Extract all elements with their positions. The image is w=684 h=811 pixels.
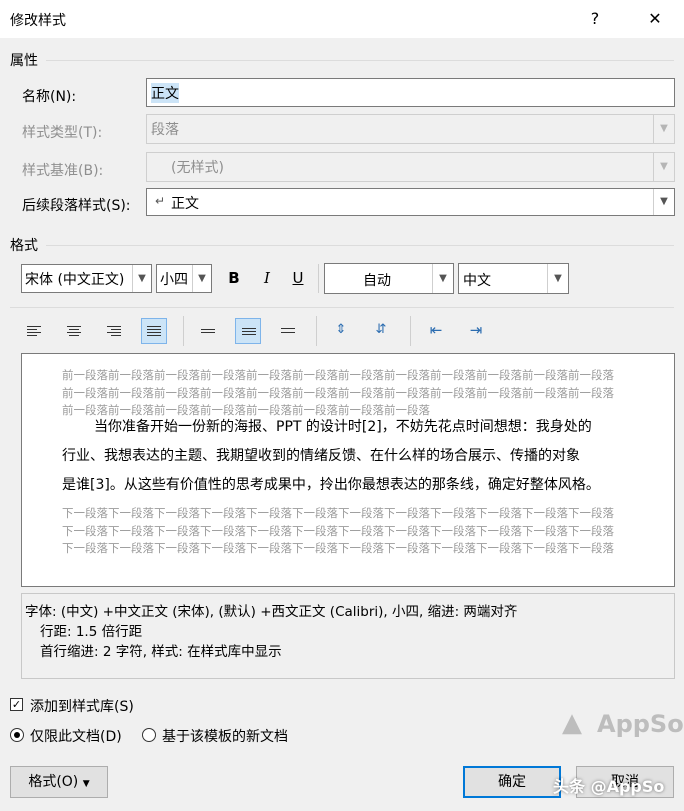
underline-button[interactable]: U [286,266,310,290]
ok-button[interactable]: 确定 [463,766,561,798]
next-paragraph-text: 下一段落下一段落下一段落下一段落下一段落下一段落下一段落下一段落下一段落下一段落… [62,506,614,555]
style-type-label: 样式类型(T): [22,125,103,141]
align-center-icon[interactable] [62,319,86,343]
font-color-value: 自动 [363,273,391,289]
appso-logo-icon: ▲ [562,708,582,738]
language-value: 中文 [463,273,491,289]
decrease-indent-icon[interactable]: ⇤ [424,318,448,342]
new-documents-radio[interactable] [142,728,156,742]
chevron-down-icon: ▼ [653,189,674,215]
single-spacing-icon[interactable] [196,319,220,343]
font-size-dropdown[interactable]: 小四 ▼ [156,264,212,293]
description-line-3: 首行缩进: 2 字符, 样式: 在样式库中显示 [40,644,282,660]
language-dropdown[interactable]: 中文 ▼ [458,263,569,294]
watermark-brand: AppSo [597,710,684,738]
style-preview: 前一段落前一段落前一段落前一段落前一段落前一段落前一段落前一段落前一段落前一段落… [21,353,675,587]
preview-line-2: 行业、我想表达的主题、我期望收到的情绪反馈、在什么样的场合展示、传播的对象 [62,448,580,464]
chevron-down-icon: ▼ [192,265,211,292]
preview-line-3: 是谁[3]。从这些有价值性的思考成果中，拎出你最想表达的那条线，确定好整体风格。 [62,477,600,493]
toolbar-separator [183,316,184,346]
chevron-down-icon: ▼ [653,115,674,143]
description-line-1: 字体: (中文) +中文正文 (宋体), (默认) +西文正文 (Calibri… [25,604,518,620]
only-this-document-radio[interactable] [10,728,24,742]
toolbar-separator [410,316,411,346]
italic-button[interactable]: I [255,266,279,290]
style-description: 字体: (中文) +中文正文 (宋体), (默认) +西文正文 (Calibri… [21,593,675,679]
chevron-down-icon: ▼ [132,265,151,292]
name-label: 名称(N): [22,89,77,105]
one-half-spacing-icon[interactable] [235,318,261,344]
increase-indent-icon[interactable]: ⇥ [464,318,488,342]
previous-paragraph-text: 前一段落前一段落前一段落前一段落前一段落前一段落前一段落前一段落前一段落前一段落… [62,368,614,417]
format-menu-button[interactable]: 格式(O) ▼ [10,766,108,798]
chevron-down-icon: ▼ [653,153,674,181]
next-style-dropdown[interactable]: ↵ 正文 ▼ [146,188,675,216]
toolbar-separator [316,316,317,346]
format-section-label: 格式 [10,238,38,254]
style-type-value: 段落 [151,122,179,138]
align-right-icon[interactable] [102,319,126,343]
name-value: 正文 [151,83,179,103]
only-this-document-label[interactable]: 仅限此文档(D) [30,726,122,746]
description-line-2: 行距: 1.5 倍行距 [40,624,143,640]
paragraph-mark-icon: ↵ [155,194,166,208]
font-size-value: 小四 [160,272,188,288]
help-button[interactable]: ? [572,0,618,38]
style-type-dropdown[interactable]: 段落 ▼ [146,114,675,144]
properties-divider [46,60,674,61]
style-based-on-value: (无样式) [171,160,224,176]
style-based-on-dropdown[interactable]: (无样式) ▼ [146,152,675,182]
close-button[interactable]: ✕ [632,0,678,38]
chevron-down-icon: ▼ [547,264,568,293]
format-button-label: 格式(O) [28,774,79,790]
decrease-paragraph-spacing-icon[interactable]: ⇵ [369,318,393,342]
add-to-gallery-label[interactable]: 添加到样式库(S) [30,696,134,716]
font-color-dropdown[interactable]: 自动 ▼ [324,263,454,294]
properties-section-label: 属性 [10,53,38,69]
next-style-value: 正文 [171,196,199,212]
toolbar-divider [10,307,674,308]
new-documents-label[interactable]: 基于该模板的新文档 [162,726,288,746]
toolbar-separator [318,264,319,293]
watermark-overlay: 头条 @AppSo [553,777,665,796]
preview-line-1: 当你准备开始一份新的海报、PPT 的设计时[2]，不妨先花点时间想想：我身处的 [94,419,592,435]
align-justify-icon[interactable] [141,318,167,344]
align-left-icon[interactable] [22,319,46,343]
font-dropdown[interactable]: 宋体 (中文正文) ▼ [21,264,152,293]
next-style-label: 后续段落样式(S): [22,198,131,214]
chevron-down-icon: ▼ [432,264,453,293]
font-value: 宋体 (中文正文) [25,272,125,288]
dialog-title: 修改样式 [10,13,66,29]
double-spacing-icon[interactable] [276,319,300,343]
format-divider [46,245,674,246]
caret-down-icon: ▼ [82,779,90,789]
bold-button[interactable]: B [222,266,246,290]
increase-paragraph-spacing-icon[interactable]: ⇕ [329,318,353,342]
style-based-on-label: 样式基准(B): [22,163,104,179]
name-field[interactable]: 正文 [146,78,675,107]
add-to-gallery-checkbox[interactable]: ✓ [10,698,23,711]
